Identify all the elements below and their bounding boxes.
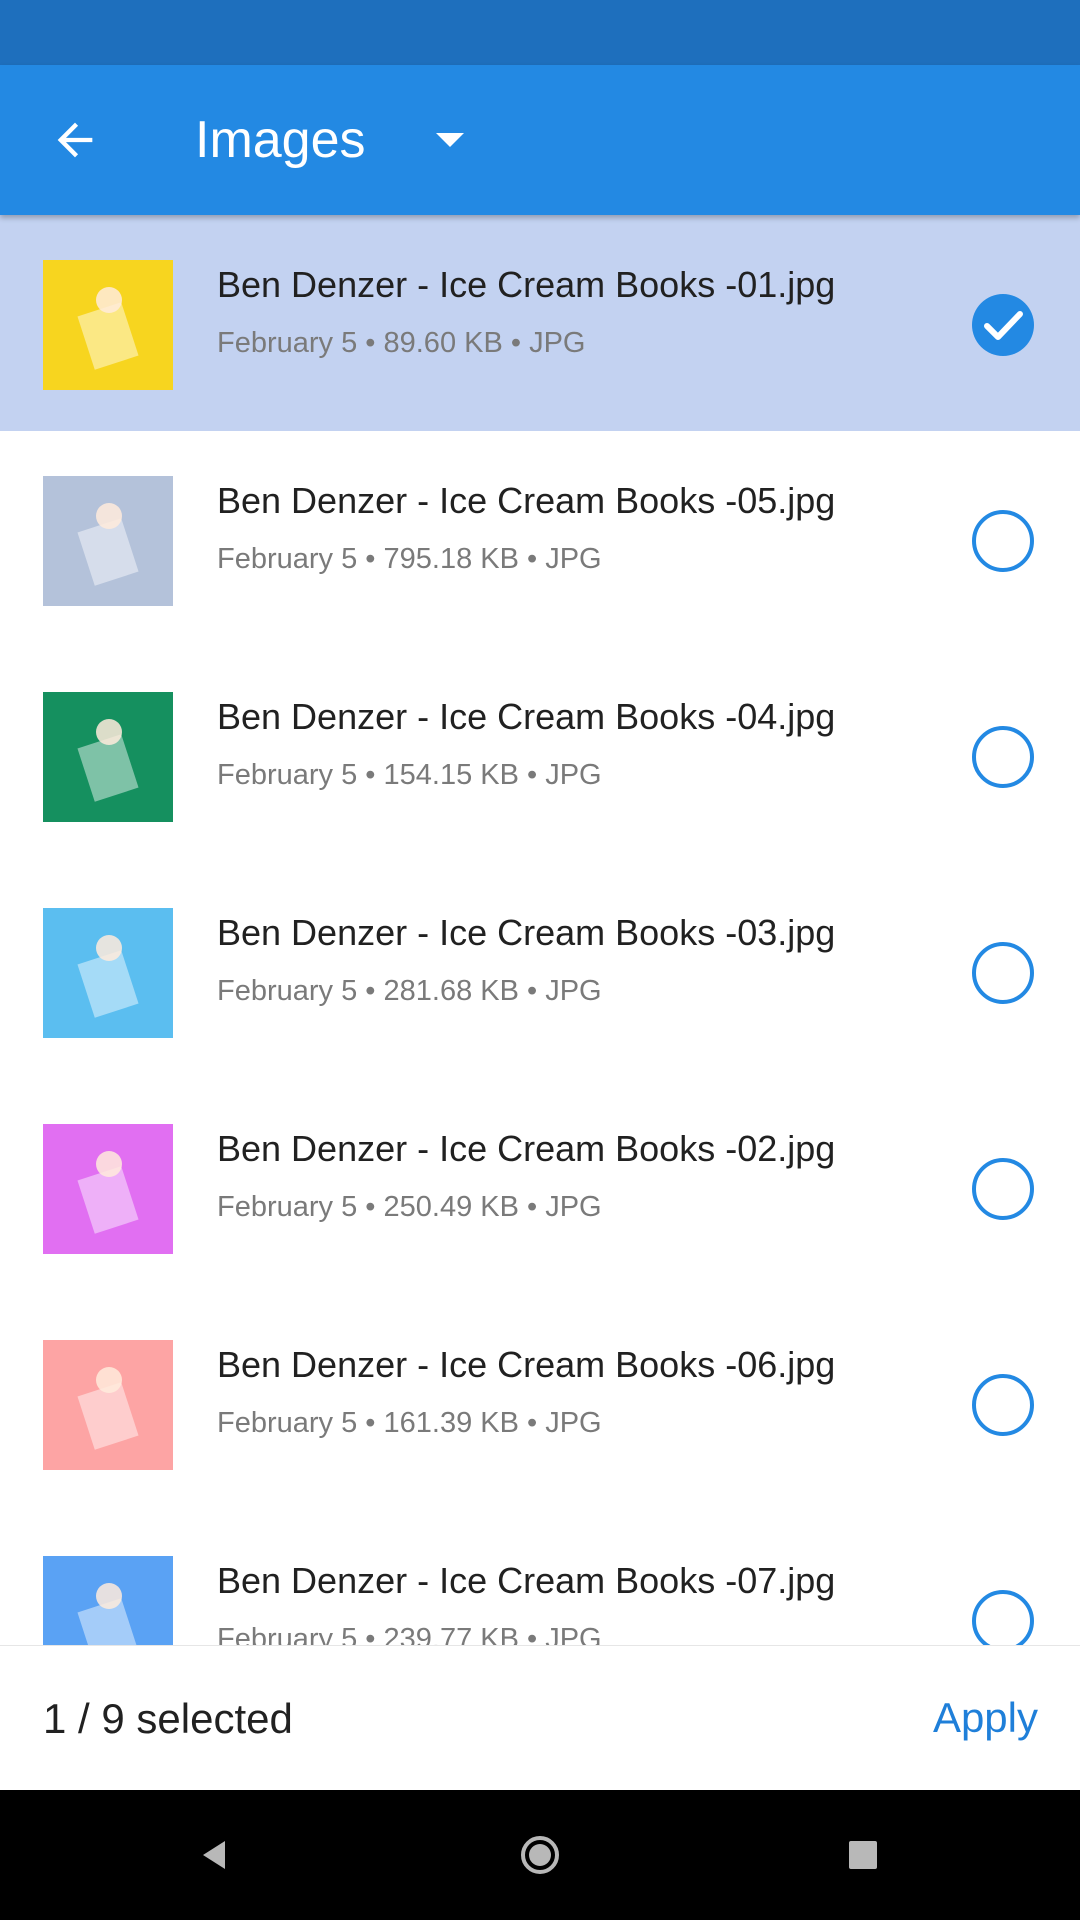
- page-title: Images: [195, 111, 366, 169]
- file-name: Ben Denzer - Ice Cream Books -01.jpg: [217, 264, 836, 305]
- nav-home-circle-icon: [521, 1836, 559, 1874]
- file-thumbnail: [43, 908, 173, 1038]
- unchecked-circle-icon[interactable]: [970, 940, 1036, 1006]
- system-nav-bar: [0, 1790, 1080, 1920]
- file-name: Ben Denzer - Ice Cream Books -05.jpg: [217, 480, 836, 521]
- file-row[interactable]: Ben Denzer - Ice Cream Books -05.jpg Febr…: [0, 431, 1080, 647]
- file-meta: February 5 • 89.60 KB • JPG: [217, 327, 586, 359]
- file-meta: February 5 • 250.49 KB • JPG: [217, 1191, 602, 1223]
- file-row[interactable]: Ben Denzer - Ice Cream Books -06.jpg Febr…: [0, 1295, 1080, 1511]
- file-meta: February 5 • 161.39 KB • JPG: [217, 1407, 602, 1439]
- file-meta: February 5 • 154.15 KB • JPG: [217, 759, 602, 791]
- file-thumbnail: [43, 692, 173, 822]
- selection-bar: 1 / 9 selected Apply: [0, 1645, 1080, 1791]
- apply-button[interactable]: Apply: [933, 1692, 1038, 1744]
- file-thumbnail: [43, 1556, 173, 1645]
- file-row[interactable]: Ben Denzer - Ice Cream Books -04.jpg Febr…: [0, 647, 1080, 863]
- nav-recents-button[interactable]: [823, 1815, 903, 1895]
- unchecked-circle-icon[interactable]: [970, 1372, 1036, 1438]
- status-bar: [0, 0, 1080, 65]
- file-row[interactable]: Ben Denzer - Ice Cream Books -07.jpg Febr…: [0, 1511, 1080, 1645]
- file-name: Ben Denzer - Ice Cream Books -04.jpg: [217, 696, 836, 737]
- file-meta: February 5 • 239.77 KB • JPG: [217, 1623, 602, 1645]
- app-bar: Images: [0, 65, 1080, 215]
- category-dropdown-button[interactable]: [420, 110, 480, 170]
- file-name: Ben Denzer - Ice Cream Books -03.jpg: [217, 912, 836, 953]
- file-name: Ben Denzer - Ice Cream Books -06.jpg: [217, 1344, 836, 1385]
- file-meta: February 5 • 795.18 KB • JPG: [217, 543, 602, 575]
- unchecked-circle-icon[interactable]: [970, 724, 1036, 790]
- file-row[interactable]: Ben Denzer - Ice Cream Books -01.jpg Febr…: [0, 215, 1080, 431]
- file-meta: February 5 • 281.68 KB • JPG: [217, 975, 602, 1007]
- nav-recents-square-icon: [849, 1841, 877, 1869]
- nav-back-button[interactable]: [175, 1815, 255, 1895]
- file-thumbnail: [43, 260, 173, 390]
- file-list: Ben Denzer - Ice Cream Books -01.jpg Febr…: [0, 215, 1080, 1645]
- file-thumbnail: [43, 1124, 173, 1254]
- nav-back-triangle-icon: [203, 1841, 225, 1869]
- file-thumbnail: [43, 476, 173, 606]
- checked-circle-icon[interactable]: [970, 292, 1036, 358]
- unchecked-circle-icon[interactable]: [970, 1588, 1036, 1645]
- file-name: Ben Denzer - Ice Cream Books -02.jpg: [217, 1128, 836, 1169]
- nav-home-button[interactable]: [500, 1815, 580, 1895]
- unchecked-circle-icon[interactable]: [970, 1156, 1036, 1222]
- caret-down-icon: [436, 133, 464, 147]
- file-row[interactable]: Ben Denzer - Ice Cream Books -02.jpg Febr…: [0, 1079, 1080, 1295]
- back-button[interactable]: [30, 95, 120, 185]
- file-thumbnail: [43, 1340, 173, 1470]
- file-name: Ben Denzer - Ice Cream Books -07.jpg: [217, 1560, 836, 1601]
- selected-count: 1 / 9 selected: [43, 1695, 293, 1742]
- unchecked-circle-icon[interactable]: [970, 508, 1036, 574]
- arrow-left-icon: [57, 122, 93, 158]
- file-row[interactable]: Ben Denzer - Ice Cream Books -03.jpg Febr…: [0, 863, 1080, 1079]
